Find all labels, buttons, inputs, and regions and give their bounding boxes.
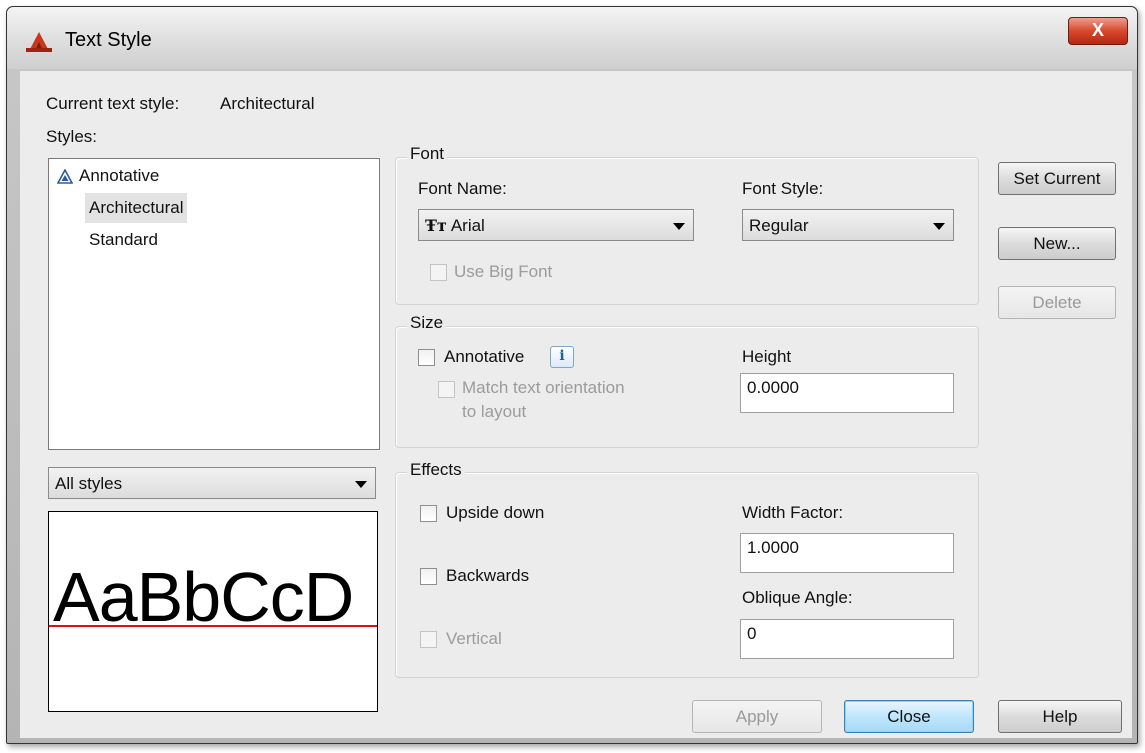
autocad-app-icon xyxy=(26,32,52,52)
height-label: Height xyxy=(742,347,792,366)
style-item-architectural[interactable]: Architectural xyxy=(85,193,188,223)
use-big-font-label: Use Big Font xyxy=(454,262,553,281)
chevron-down-icon xyxy=(673,223,685,230)
styles-filter-dropdown[interactable]: All styles xyxy=(48,467,376,499)
window-title: Text Style xyxy=(65,29,152,51)
style-item-annotative[interactable]: Annotative xyxy=(75,161,163,191)
match-orientation-label-line1: Match text orientation xyxy=(462,378,625,397)
upside-down-checkbox[interactable] xyxy=(420,505,437,522)
style-item-standard[interactable]: Standard xyxy=(85,225,162,255)
chevron-down-icon xyxy=(355,481,367,488)
match-orientation-label-line2: to layout xyxy=(462,402,527,421)
size-group-title: Size xyxy=(407,313,447,333)
title-bar[interactable]: Text Style X xyxy=(7,7,1137,69)
font-style-dropdown[interactable]: Regular xyxy=(742,209,954,241)
styles-listbox[interactable]: Annotative Architectural Standard xyxy=(48,158,380,450)
delete-style-button[interactable]: Delete xyxy=(998,286,1116,319)
match-orientation-checkbox[interactable] xyxy=(438,381,455,398)
width-factor-input[interactable]: 1.0000 xyxy=(740,533,954,573)
height-input[interactable]: 0.0000 xyxy=(740,373,954,413)
styles-label: Styles: xyxy=(46,127,98,146)
close-window-button[interactable]: X xyxy=(1068,17,1128,45)
current-style-label: Current text style: xyxy=(46,94,180,113)
preview-sample-text: AaBbCcD xyxy=(53,558,354,636)
vertical-checkbox[interactable] xyxy=(420,631,437,648)
annotative-label: Annotative xyxy=(444,347,525,366)
close-button[interactable]: Close xyxy=(844,700,974,733)
current-style-value: Architectural xyxy=(220,94,315,113)
font-style-value: Regular xyxy=(749,216,809,235)
width-factor-label: Width Factor: xyxy=(742,503,844,522)
text-style-dialog: Text Style X Current text style: Archite… xyxy=(6,6,1138,744)
font-group-title: Font xyxy=(407,144,448,164)
apply-button[interactable]: Apply xyxy=(692,700,822,733)
oblique-angle-input[interactable]: 0 xyxy=(740,619,954,659)
preview-baseline xyxy=(49,625,377,627)
truetype-icon: Ŧт xyxy=(425,216,447,235)
info-icon[interactable]: i xyxy=(550,346,574,368)
effects-group-title: Effects xyxy=(407,460,465,480)
annotative-checkbox[interactable] xyxy=(418,349,435,366)
chevron-down-icon xyxy=(933,223,945,230)
backwards-label: Backwards xyxy=(446,566,530,585)
font-name-dropdown[interactable]: Ŧт Arial xyxy=(418,209,694,241)
new-style-button[interactable]: New... xyxy=(998,227,1116,260)
help-button[interactable]: Help xyxy=(998,700,1122,733)
use-big-font-checkbox[interactable] xyxy=(430,264,447,281)
vertical-label: Vertical xyxy=(446,629,502,648)
oblique-angle-label: Oblique Angle: xyxy=(742,588,853,607)
set-current-button[interactable]: Set Current xyxy=(998,162,1116,195)
dialog-body: Current text style: Architectural Styles… xyxy=(20,71,1132,738)
styles-filter-value: All styles xyxy=(55,474,123,493)
font-name-value: Arial xyxy=(450,216,485,235)
font-name-label: Font Name: xyxy=(418,179,507,198)
backwards-checkbox[interactable] xyxy=(420,568,437,585)
style-preview: AaBbCcD xyxy=(48,511,378,712)
upside-down-label: Upside down xyxy=(446,503,545,522)
font-style-label: Font Style: xyxy=(742,179,824,198)
annotative-icon xyxy=(57,169,73,184)
